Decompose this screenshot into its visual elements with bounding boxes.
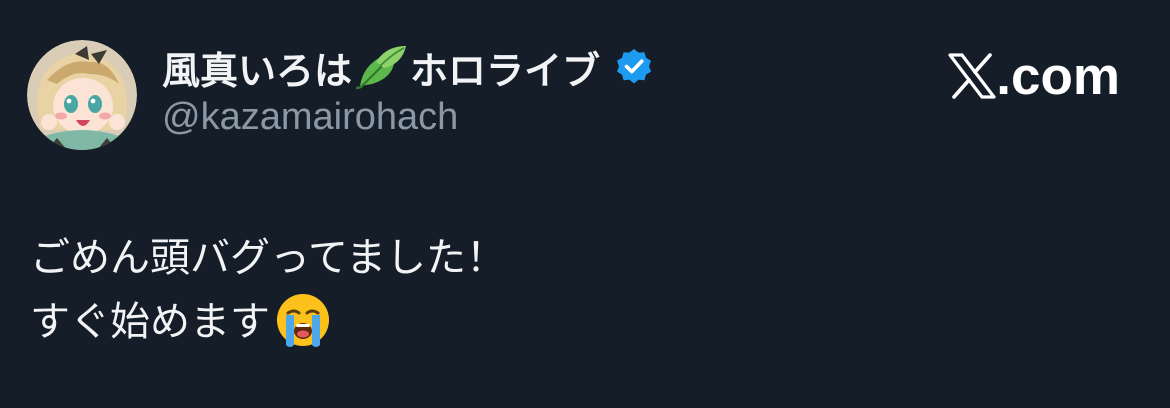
post-text: ごめん頭バグってました！ すぐ始めます <box>30 226 506 354</box>
leaf-icon <box>354 42 408 92</box>
author-org[interactable]: ホロライブ <box>410 40 600 95</box>
post-text-line-1: ごめん頭バグってました！ <box>30 235 506 281</box>
avatar[interactable] <box>27 40 137 150</box>
x-logo-icon <box>948 53 996 99</box>
post-text-line-2: すぐ始めます <box>30 299 270 345</box>
avatar-image <box>27 40 137 150</box>
author-name-row[interactable]: 風真いろは ホロライブ <box>162 40 654 94</box>
verified-badge-icon[interactable] <box>614 47 654 87</box>
post-card: 風真いろは ホロライブ @kazamairohach .com ごめん頭バグって… <box>0 0 1170 408</box>
author-handle[interactable]: @kazamairohach <box>162 96 458 139</box>
brand-domain-suffix: .com <box>996 46 1120 106</box>
loudly-crying-face-emoji-icon <box>274 291 332 349</box>
x-brand-logo[interactable]: .com <box>948 44 1120 108</box>
post-text-line-2-row: すぐ始めます <box>30 290 506 354</box>
author-name[interactable]: 風真いろは <box>162 40 352 95</box>
